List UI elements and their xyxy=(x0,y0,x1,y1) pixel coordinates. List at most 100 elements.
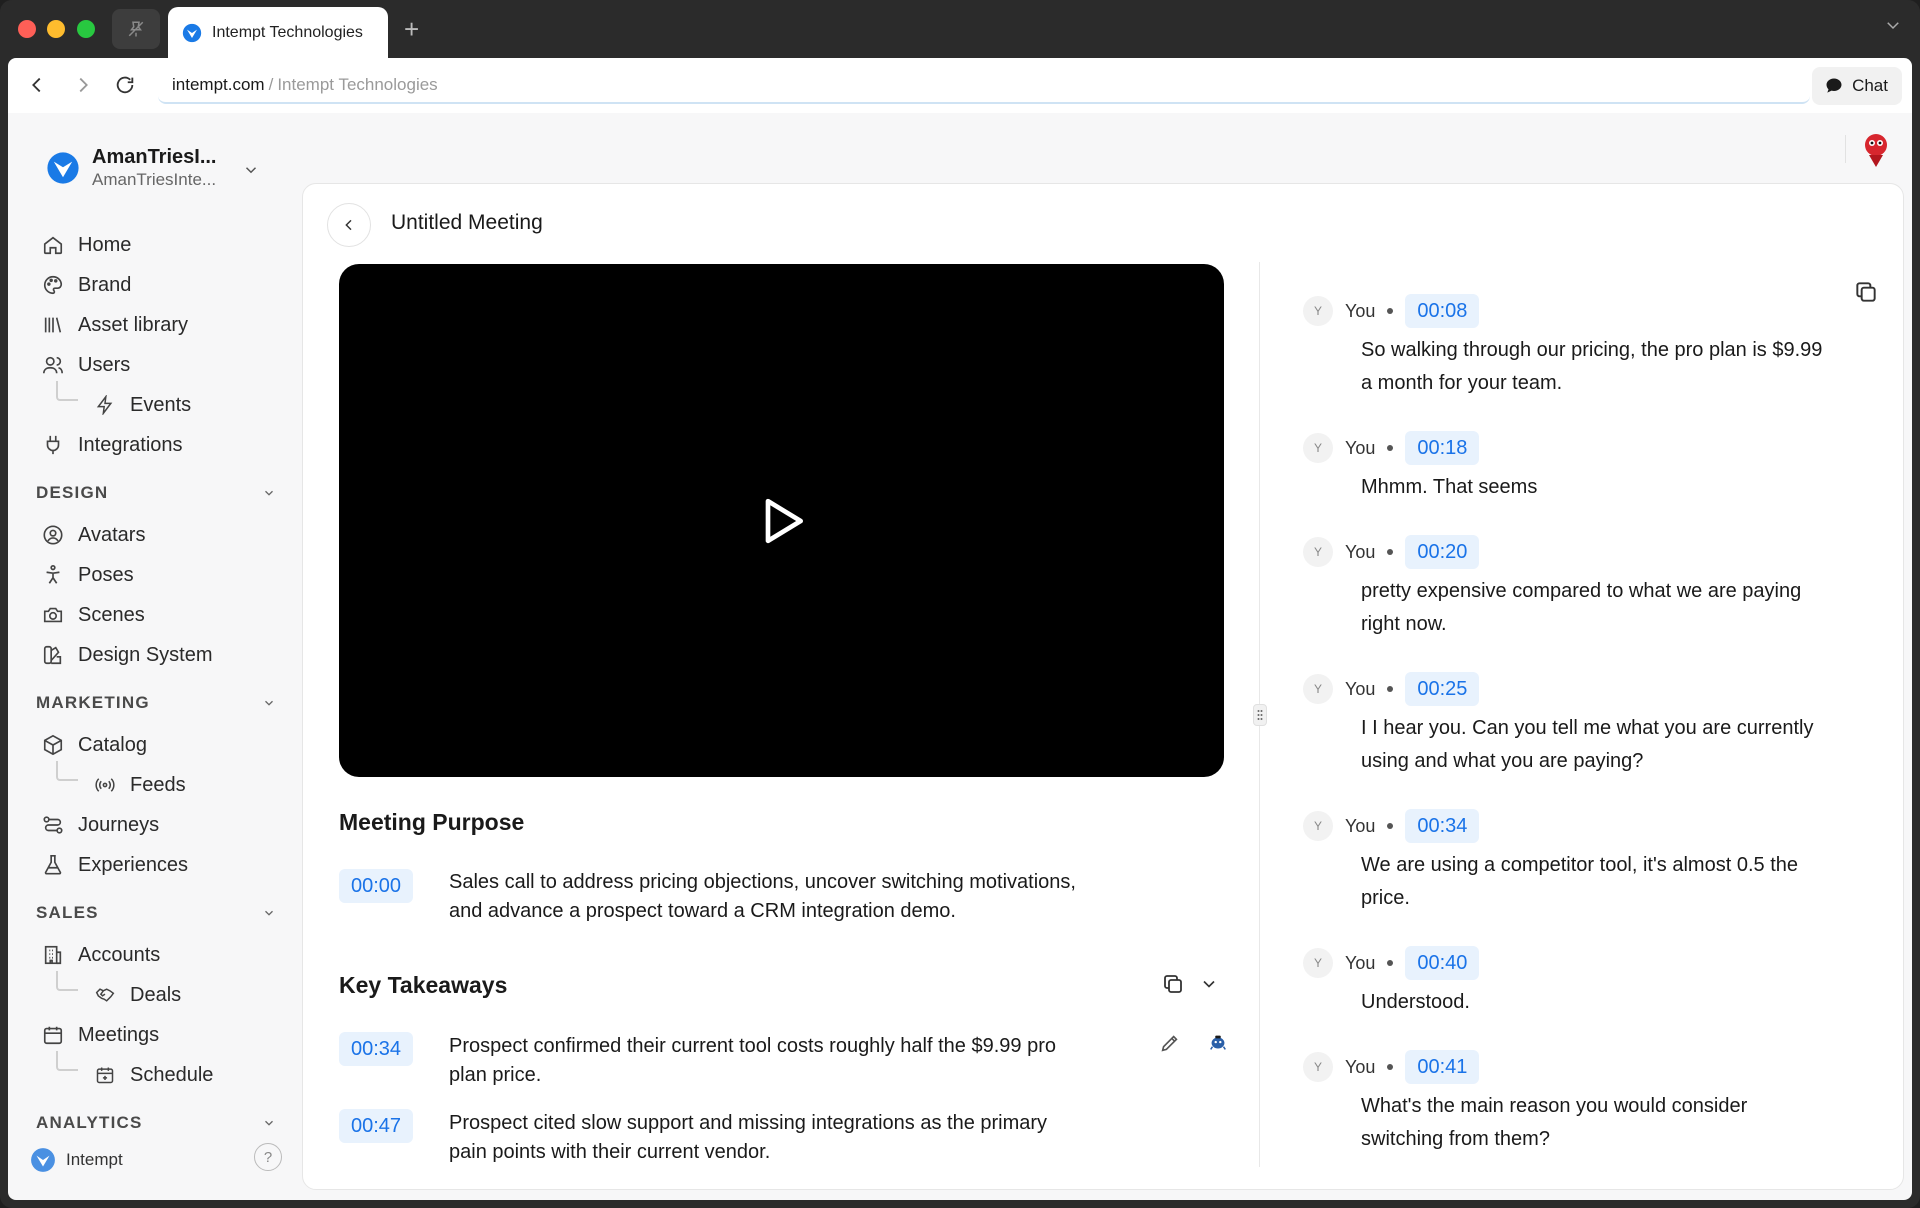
sidebar-item-integrations[interactable]: Integrations xyxy=(30,425,282,465)
pin-tab-button[interactable] xyxy=(112,9,160,49)
sidebar-item-poses[interactable]: Poses xyxy=(30,555,282,595)
speaker-name: You xyxy=(1345,300,1376,321)
transcript-timestamp[interactable]: 00:20 xyxy=(1405,535,1480,569)
reload-icon[interactable] xyxy=(114,74,136,96)
header-divider xyxy=(1845,135,1846,163)
sidebar-item-schedule[interactable]: Schedule xyxy=(30,1051,282,1095)
sidebar-item-experiences[interactable]: Experiences xyxy=(30,845,282,885)
purpose-timestamp[interactable]: 00:00 xyxy=(339,869,414,903)
sidebar-item-scenes[interactable]: Scenes xyxy=(30,595,282,635)
section-title: MARKETING xyxy=(36,693,150,712)
sidebar-nav: Home Brand Asset library Users Events In… xyxy=(30,225,282,1145)
back-button[interactable] xyxy=(327,203,371,247)
takeaway-text: Prospect confirmed their current tool co… xyxy=(449,1032,1056,1090)
sidebar-item-brand[interactable]: Brand xyxy=(30,265,282,305)
separator-dot xyxy=(1387,549,1394,555)
chat-label: Chat xyxy=(1852,76,1888,95)
tab-list-chevron-icon[interactable] xyxy=(1884,16,1902,39)
transcript-line: Understood. xyxy=(1361,991,1470,1013)
sidebar-item-design-system[interactable]: Design System xyxy=(30,635,282,675)
speaker-avatar: Y xyxy=(1303,433,1333,463)
transcript-line: We are using a competitor tool, it's alm… xyxy=(1361,854,1798,876)
flask-icon xyxy=(42,854,64,876)
sidebar-item-events[interactable]: Events xyxy=(30,381,282,425)
speaker-name: You xyxy=(1345,815,1376,836)
pencil-icon[interactable] xyxy=(1159,1032,1181,1054)
maximize-window-button[interactable] xyxy=(77,20,95,38)
lightning-icon xyxy=(94,394,116,416)
workspace-switcher[interactable]: AmanTriesI... AmanTriesInte... xyxy=(46,145,217,191)
transcript-timestamp[interactable]: 00:41 xyxy=(1405,1050,1480,1084)
chat-button[interactable]: Chat xyxy=(1812,67,1902,105)
sidebar-item-label: Users xyxy=(78,353,131,376)
speaker-name: You xyxy=(1345,678,1376,699)
browser-tab[interactable]: Intempt Technologies xyxy=(168,7,388,58)
chevron-down-icon xyxy=(265,1120,273,1126)
transcript-line: So walking through our pricing, the pro … xyxy=(1361,339,1823,361)
pin-icon xyxy=(128,21,144,37)
sidebar-item-deals[interactable]: Deals xyxy=(30,971,282,1015)
separator-dot xyxy=(1387,686,1394,692)
section-sales[interactable]: SALES xyxy=(30,891,282,935)
speaker-name: You xyxy=(1345,952,1376,973)
new-tab-button[interactable]: + xyxy=(404,14,419,44)
transcript-timestamp[interactable]: 00:18 xyxy=(1405,431,1480,465)
takeaway-timestamp[interactable]: 00:34 xyxy=(339,1032,414,1066)
sidebar-item-label: Schedule xyxy=(130,1063,214,1086)
back-arrow-icon[interactable] xyxy=(26,74,48,96)
box-icon xyxy=(42,734,64,756)
sidebar-item-home[interactable]: Home xyxy=(30,225,282,265)
sidebar-item-avatars[interactable]: Avatars xyxy=(30,515,282,555)
browser-toolbar: intempt.com / Intempt Technologies Chat xyxy=(8,58,1912,113)
calendar-icon xyxy=(42,1024,64,1046)
chevron-down-icon[interactable] xyxy=(1199,974,1219,994)
sidebar-item-asset-library[interactable]: Asset library xyxy=(30,305,282,345)
section-marketing[interactable]: MARKETING xyxy=(30,681,282,725)
transcript-entry: Y You 00:25 I I hear you. Can you tell m… xyxy=(1303,672,1883,778)
transcript-timestamp[interactable]: 00:25 xyxy=(1405,672,1480,706)
sidebar-item-accounts[interactable]: Accounts xyxy=(30,935,282,975)
chevron-left-icon xyxy=(345,219,352,231)
resize-handle[interactable] xyxy=(1253,704,1267,726)
sidebar-item-label: Poses xyxy=(78,563,134,586)
section-design[interactable]: DESIGN xyxy=(30,471,282,515)
section-title: DESIGN xyxy=(36,483,109,502)
transcript-timestamp[interactable]: 00:34 xyxy=(1405,809,1480,843)
user-avatar[interactable] xyxy=(1856,129,1896,169)
sidebar-item-meetings[interactable]: Meetings xyxy=(30,1015,282,1055)
tree-branch xyxy=(56,381,78,401)
sidebar-item-users[interactable]: Users xyxy=(30,345,282,385)
chevron-down-icon xyxy=(265,490,273,496)
video-player[interactable] xyxy=(339,264,1224,777)
transcript-line: I I hear you. Can you tell me what you a… xyxy=(1361,717,1814,739)
transcript-entry: Y You 00:20 pretty expensive compared to… xyxy=(1303,535,1883,641)
transcript-timestamp[interactable]: 00:40 xyxy=(1405,946,1480,980)
route-icon xyxy=(42,814,64,836)
building-icon xyxy=(42,944,64,966)
sidebar-item-label: Integrations xyxy=(78,433,183,456)
sidebar-item-label: Experiences xyxy=(78,853,189,876)
close-window-button[interactable] xyxy=(18,20,36,38)
play-icon[interactable] xyxy=(754,493,810,549)
speaker-avatar: Y xyxy=(1303,296,1333,326)
speaker-name: You xyxy=(1345,437,1376,458)
section-analytics[interactable]: ANALYTICS xyxy=(30,1101,282,1145)
transcript-line: Mhmm. That seems xyxy=(1361,476,1538,498)
purpose-text-line: and advance a prospect toward a CRM inte… xyxy=(449,900,956,922)
address-bar[interactable]: intempt.com / Intempt Technologies xyxy=(158,68,1810,104)
minimize-window-button[interactable] xyxy=(47,20,65,38)
help-button[interactable]: ? xyxy=(254,1143,282,1171)
sidebar-item-catalog[interactable]: Catalog xyxy=(30,725,282,765)
transcript-entry: Y You 00:18 Mhmm. That seems xyxy=(1303,431,1883,504)
url-separator: / xyxy=(268,75,274,94)
chevron-down-icon[interactable] xyxy=(242,161,260,179)
copy-icon[interactable] xyxy=(1161,972,1185,996)
sidebar-item-feeds[interactable]: Feeds xyxy=(30,761,282,805)
transcript-timestamp[interactable]: 00:08 xyxy=(1405,294,1480,328)
forward-arrow-icon[interactable] xyxy=(72,74,94,96)
ai-assistant-icon[interactable] xyxy=(1207,1032,1229,1054)
speaker-avatar: Y xyxy=(1303,674,1333,704)
sidebar-item-journeys[interactable]: Journeys xyxy=(30,805,282,845)
transcript-text: I I hear you. Can you tell me what you a… xyxy=(1303,712,1883,778)
takeaway-timestamp[interactable]: 00:47 xyxy=(339,1109,414,1143)
